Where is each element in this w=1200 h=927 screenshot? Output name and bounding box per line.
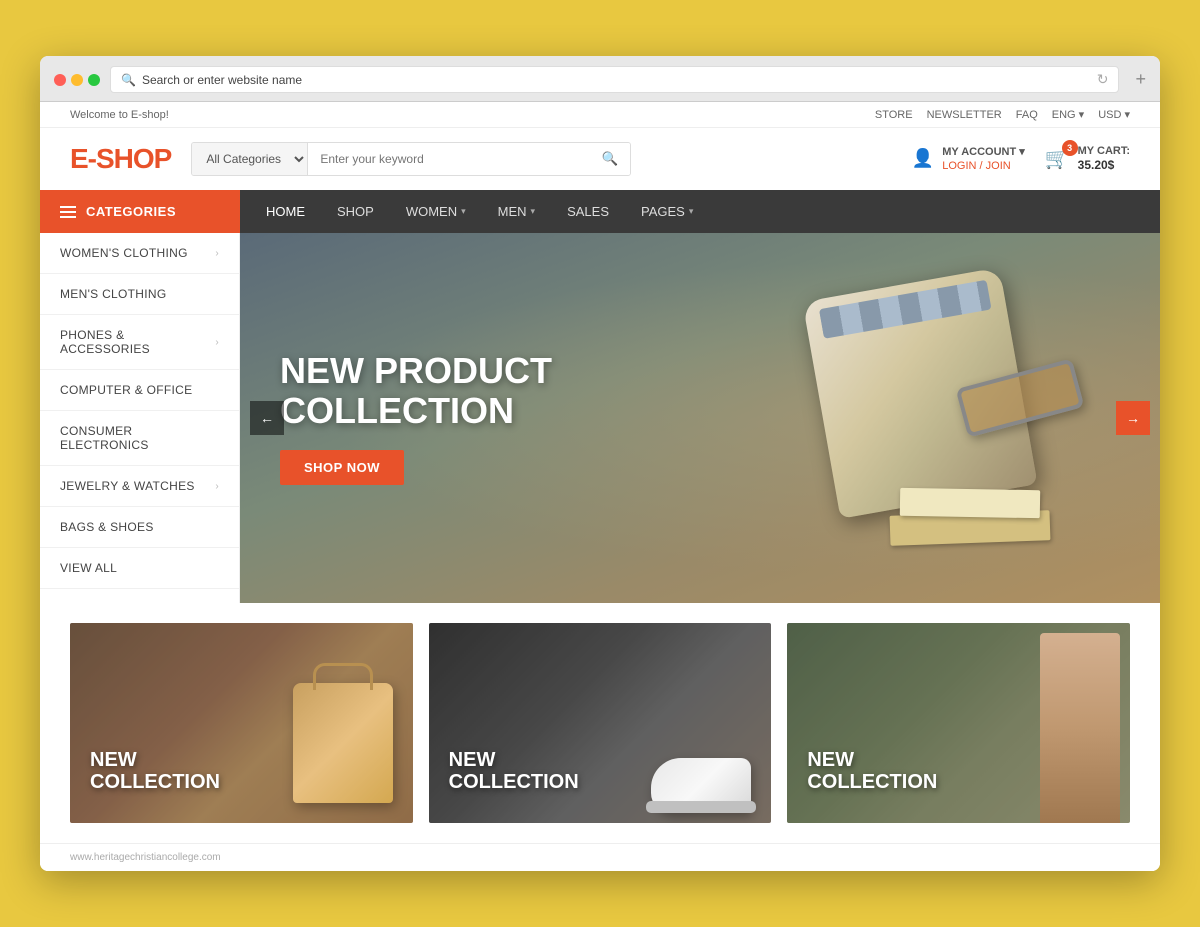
phones-arrow: › <box>215 337 219 348</box>
top-bar: Welcome to E-shop! STORE NEWSLETTER FAQ … <box>40 102 1160 128</box>
sidebar-item-computer[interactable]: COMPUTER & OFFICE <box>40 370 239 411</box>
new-tab-button[interactable]: + <box>1135 69 1146 90</box>
nav-pages[interactable]: PAGES ▾ <box>625 190 709 233</box>
sidebar-item-jewelry[interactable]: JEWELRY & WATCHES › <box>40 466 239 507</box>
pages-arrow: ▾ <box>689 206 694 217</box>
nav-men[interactable]: MEN ▾ <box>482 190 551 233</box>
nav-home[interactable]: HOME <box>250 190 321 233</box>
newsletter-link[interactable]: NEWSLETTER <box>927 109 1002 121</box>
nav-bar: CATEGORIES HOME SHOP WOMEN ▾ MEN ▾ <box>40 190 1160 233</box>
sidebar: WOMEN'S CLOTHING › MEN'S CLOTHING PHONES… <box>40 233 240 603</box>
promo-row: NEWCOLLECTION NEWCOLLECTION NEWCOLLECTIO… <box>40 603 1160 843</box>
hamburger-icon <box>60 206 76 218</box>
person-visual <box>1040 633 1120 823</box>
search-area: All Categories 🔍 <box>191 142 631 176</box>
sidebar-item-womens-clothing[interactable]: WOMEN'S CLOTHING › <box>40 233 239 274</box>
minimize-dot[interactable] <box>71 74 83 86</box>
slider-next-button[interactable]: → <box>1116 401 1150 435</box>
currency-selector[interactable]: USD ▾ <box>1098 108 1130 121</box>
hero-scene <box>700 253 1100 583</box>
top-bar-right: STORE NEWSLETTER FAQ ENG ▾ USD ▾ <box>875 108 1130 121</box>
sidebar-item-view-all[interactable]: VIEW ALL <box>40 548 239 589</box>
header: E-SHOP All Categories 🔍 👤 MY ACCOUNT ▾ L… <box>40 128 1160 190</box>
url-bar[interactable]: 🔍 Search or enter website name ↻ <box>110 66 1119 93</box>
nav-women[interactable]: WOMEN ▾ <box>390 190 482 233</box>
account-text: MY ACCOUNT ▾ LOGIN / JOIN <box>942 145 1024 174</box>
shop-now-button[interactable]: SHOP NOW <box>280 450 404 485</box>
account-icon: 👤 <box>912 148 934 169</box>
main-content: WOMEN'S CLOTHING › MEN'S CLOTHING PHONES… <box>40 233 1160 603</box>
browser-dots <box>54 74 100 86</box>
lang-selector[interactable]: ENG ▾ <box>1052 108 1084 121</box>
sidebar-item-mens-clothing[interactable]: MEN'S CLOTHING <box>40 274 239 315</box>
promo-card-bags[interactable]: NEWCOLLECTION <box>70 623 413 823</box>
cart-text: MY CART: 35.20$ <box>1078 144 1130 174</box>
search-input[interactable] <box>308 143 589 175</box>
url-text: Search or enter website name <box>142 73 302 87</box>
sidebar-item-electronics[interactable]: CONSUMER ELECTRONICS <box>40 411 239 466</box>
close-dot[interactable] <box>54 74 66 86</box>
promo-text-2: NEWCOLLECTION <box>449 749 579 793</box>
account-sub[interactable]: LOGIN / JOIN <box>942 159 1024 173</box>
cart-badge: 3 <box>1062 140 1078 156</box>
store-link[interactable]: STORE <box>875 109 913 121</box>
nav-sales[interactable]: SALES <box>551 190 625 233</box>
refresh-icon[interactable]: ↻ <box>1097 71 1109 88</box>
categories-tab[interactable]: CATEGORIES <box>40 190 240 233</box>
womens-arrow: › <box>215 248 219 259</box>
bag-visual <box>293 683 393 803</box>
cart-label[interactable]: MY CART: <box>1078 144 1130 158</box>
logo-e: E- <box>70 143 96 174</box>
nav-links: HOME SHOP WOMEN ▾ MEN ▾ SALES PAGES <box>240 190 719 233</box>
hero-books-visual <box>890 483 1070 543</box>
shoe-sole <box>646 801 756 813</box>
account-area: 👤 MY ACCOUNT ▾ LOGIN / JOIN <box>912 145 1025 174</box>
search-icon: 🔍 <box>121 73 136 87</box>
promo-text-1: NEWCOLLECTION <box>90 749 220 793</box>
hero-title: NEW PRODUCT COLLECTION <box>280 351 560 430</box>
category-select[interactable]: All Categories <box>192 143 308 175</box>
promo-card-clothing[interactable]: NEWCOLLECTION <box>787 623 1130 823</box>
categories-label: CATEGORIES <box>86 204 176 219</box>
header-right: 👤 MY ACCOUNT ▾ LOGIN / JOIN 🛒 3 MY CA <box>912 144 1130 174</box>
faq-link[interactable]: FAQ <box>1016 109 1038 121</box>
sidebar-item-phones[interactable]: PHONES & ACCESSORIES › <box>40 315 239 370</box>
men-arrow: ▾ <box>531 206 536 217</box>
welcome-text: Welcome to E-shop! <box>70 109 169 121</box>
sidebar-item-bags[interactable]: BAGS & SHOES <box>40 507 239 548</box>
logo-shop: SHOP <box>96 143 171 174</box>
browser-chrome: 🔍 Search or enter website name ↻ + <box>40 56 1160 102</box>
shoe-visual <box>641 733 761 813</box>
cart-area: 🛒 3 MY CART: 35.20$ <box>1045 144 1130 174</box>
hero-text: NEW PRODUCT COLLECTION SHOP NOW <box>240 351 560 485</box>
logo[interactable]: E-SHOP <box>70 143 171 175</box>
browser-window: 🔍 Search or enter website name ↻ + Welco… <box>40 56 1160 871</box>
promo-card-shoes[interactable]: NEWCOLLECTION <box>429 623 772 823</box>
slider-prev-button[interactable]: ← <box>250 401 284 435</box>
hero-slide: NEW PRODUCT COLLECTION SHOP NOW ← → <box>240 233 1160 603</box>
search-button[interactable]: 🔍 <box>590 143 631 175</box>
account-label[interactable]: MY ACCOUNT ▾ <box>942 145 1024 159</box>
promo-text-3: NEWCOLLECTION <box>807 749 937 793</box>
cart-icon-wrap: 🛒 3 <box>1045 146 1070 171</box>
footer-bar: www.heritagechristiancollege.com <box>40 843 1160 871</box>
cart-price: 35.20$ <box>1078 158 1130 174</box>
site-content: Welcome to E-shop! STORE NEWSLETTER FAQ … <box>40 102 1160 871</box>
women-arrow: ▾ <box>461 206 466 217</box>
footer-url: www.heritagechristiancollege.com <box>70 852 221 863</box>
hero-area: NEW PRODUCT COLLECTION SHOP NOW ← → <box>240 233 1160 603</box>
nav-shop[interactable]: SHOP <box>321 190 390 233</box>
jewelry-arrow: › <box>215 481 219 492</box>
maximize-dot[interactable] <box>88 74 100 86</box>
